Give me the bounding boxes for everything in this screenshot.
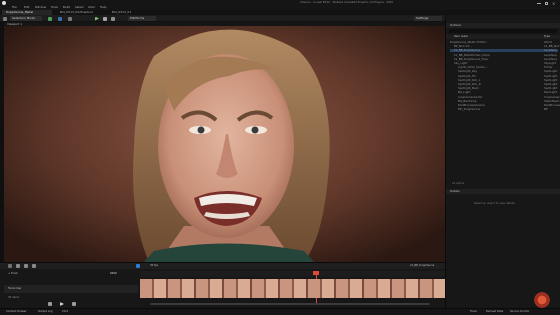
brand-logo-icon [532,290,552,310]
outliner-row[interactable]: Spotlight_Key SpotLight [450,70,558,73]
save-icon[interactable] [3,16,7,21]
menu-select[interactable]: Select [75,6,84,9]
thumbnail-track[interactable] [140,279,445,298]
tab-level-3-label: Bld_0513_01 [112,10,132,14]
outliner-row[interactable]: BG_Light RectLight [450,91,558,94]
platforms-button[interactable]: Platforms [128,16,156,21]
menu-file[interactable]: File [12,6,17,9]
timeline-scrollbar[interactable] [150,303,430,305]
fps-dropdown[interactable]: 30 fps [150,264,158,268]
outliner-tab-label[interactable]: Outliner [450,24,461,27]
outliner-row[interactable]: MH_DoppSenna BP [450,108,558,111]
outliner-row[interactable]: LS_BB_DoppSenna LevelSeq [450,48,558,53]
output-log-button[interactable]: Output Log [38,310,52,314]
snap-icon[interactable] [136,264,140,268]
menu-edit[interactable]: Edit [24,6,29,9]
outliner-row-label: Spotlight_Key [458,69,478,74]
timeline-ruler[interactable] [140,271,445,277]
track-filter-button[interactable]: + Track [8,272,18,276]
level-viewport[interactable] [4,26,445,262]
track-label: Facial Cap [8,286,22,290]
blueprint-icon[interactable] [58,16,62,21]
sequencer-toolbar [0,263,445,269]
selection-mode-label: Selection Mode [12,16,35,20]
outliner-row-type: SpotLight [544,69,558,74]
platforms-label: Platforms [130,16,145,20]
outliner-row-label: LS_BB_DoppSenna [454,48,481,53]
outliner-header: Outliner [446,23,560,28]
cmd-input[interactable]: Cmd [62,310,68,314]
outliner-column-header: Item Label Type [446,35,560,39]
track-row[interactable]: Facial Cap [4,285,138,293]
outliner-row-type: LevelSeq [544,48,557,53]
source-control-button[interactable]: Source Control [510,310,529,314]
outliner-row-type: BP [544,107,548,112]
camera-icon[interactable] [16,264,20,268]
skip-forward-icon[interactable] [72,302,76,306]
minimize-button[interactable] [537,2,541,4]
details-tab-label[interactable]: Details [450,190,460,193]
menu-actor[interactable]: Actor [88,6,95,9]
menu-window[interactable]: Window [35,6,46,9]
maximize-button[interactable] [545,1,548,5]
tab-level-2-label: Bld_0513_PerfCapture [60,10,94,14]
trace-button[interactable]: Trace [470,310,477,314]
menu-tools[interactable]: Tools [51,6,58,9]
settings-button[interactable]: Settings [414,16,442,21]
items-count: 36 items [8,296,20,299]
status-bar: Content Drawer Output Log Cmd Trace Deri… [0,308,560,315]
stop-icon[interactable] [111,16,115,21]
outliner-row-type: RectLight [544,90,558,95]
sequence-name: LS_BB_DoppSenna [410,263,435,267]
sequencer-panel: 30 fps LS_BB_DoppSenna + Track 0290 Faci… [0,262,445,308]
outliner-count: 24 actors [452,182,465,185]
outliner-search[interactable] [449,29,557,33]
selection-mode-button[interactable]: Selection Mode [10,16,42,21]
outliner-row-label: MH_DoppSenna [458,107,481,112]
window-title: Chevron - Unreal Editor - Multiple Unrel… [300,0,393,4]
menu-help[interactable]: Help [100,6,106,9]
right-panel: Outliner Item Label Type DoppSenna_Metal… [445,15,560,315]
skip-back-icon[interactable] [48,302,52,306]
outliner-row-label: BG_Light [458,90,471,95]
menu-build[interactable]: Build [63,6,70,9]
column-item-label[interactable]: Item Label [454,35,468,39]
tab-level-1-label: DoppSenna_Metal [6,10,34,14]
viewport-tab-label[interactable]: Viewport 1 [7,22,22,26]
settings-label: Settings [416,16,429,20]
key-icon[interactable] [32,264,36,268]
add-track-icon[interactable] [8,264,12,268]
play-icon[interactable] [95,16,99,21]
details-empty-text: Select an object to view details. [474,202,516,205]
unreal-logo-icon[interactable] [2,1,6,5]
details-header: Details [446,189,560,194]
column-type[interactable]: Type [544,35,550,39]
viewport-render [4,26,445,262]
pause-icon[interactable] [103,16,107,21]
playback-controls [40,301,130,307]
derived-data-button[interactable]: Derived Data [486,310,503,314]
main-toolbar: Selection Mode Platforms Settings [0,15,445,22]
close-button[interactable]: × [552,1,555,6]
cinematics-icon[interactable] [68,16,72,21]
content-drawer-button[interactable]: Content Drawer [6,310,27,314]
filter-icon[interactable] [24,264,28,268]
add-actor-icon[interactable] [48,16,52,21]
current-frame[interactable]: 0290 [110,272,117,276]
